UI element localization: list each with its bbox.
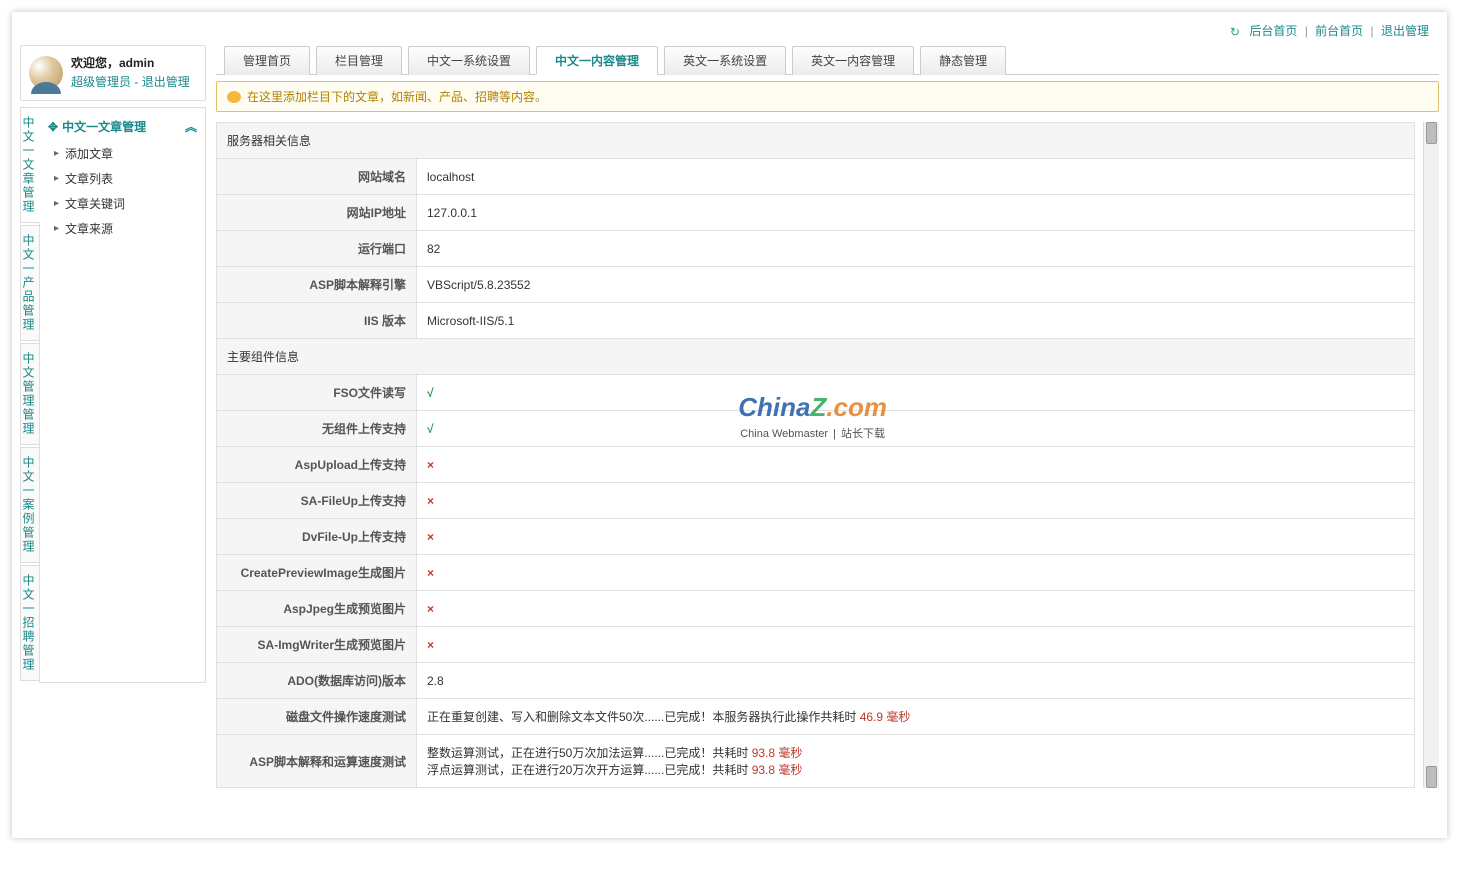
- row-label: 无组件上传支持: [217, 411, 417, 447]
- row-value: ×: [417, 591, 1415, 627]
- avatar: [29, 56, 63, 90]
- notice-text: 在这里添加栏目下的文章，如新闻、产品、招聘等内容。: [247, 88, 547, 105]
- row-value: 2.8: [417, 663, 1415, 699]
- welcome-sep: -: [131, 75, 142, 89]
- row-value: VBScript/5.8.23552: [417, 267, 1415, 303]
- vertical-tab[interactable]: 中文一招聘管理: [20, 565, 39, 681]
- separator: |: [1371, 24, 1374, 38]
- row-label: 磁盘文件操作速度测试: [217, 699, 417, 735]
- section-header: 服务器相关信息: [217, 123, 1415, 159]
- tab[interactable]: 中文一系统设置: [408, 46, 530, 75]
- link-logout[interactable]: 退出管理: [1381, 24, 1429, 38]
- tree-item[interactable]: 文章关键词: [52, 191, 199, 216]
- tree-item[interactable]: 添加文章: [52, 141, 199, 166]
- tree-item[interactable]: 文章来源: [52, 216, 199, 241]
- vertical-tab[interactable]: 中文一产品管理: [20, 225, 39, 341]
- row-value: 正在重复创建、写入和删除文本文件50次......已完成！本服务器执行此操作共耗…: [417, 699, 1415, 735]
- row-label: ASP脚本解释引擎: [217, 267, 417, 303]
- row-value: ×: [417, 627, 1415, 663]
- row-label: SA-FileUp上传支持: [217, 483, 417, 519]
- role-link[interactable]: 超级管理员: [71, 75, 131, 89]
- section-header: 主要组件信息: [217, 339, 1415, 375]
- comment-icon: [227, 91, 241, 103]
- tab[interactable]: 栏目管理: [316, 46, 402, 75]
- tabs-bar: 管理首页栏目管理中文一系统设置中文一内容管理英文一系统设置英文一内容管理静态管理: [216, 45, 1439, 75]
- row-label: CreatePreviewImage生成图片: [217, 555, 417, 591]
- row-value: Microsoft-IIS/5.1: [417, 303, 1415, 339]
- row-label: AspJpeg生成预览图片: [217, 591, 417, 627]
- chevron-up-icon: ︽: [185, 118, 197, 135]
- separator: |: [1305, 24, 1308, 38]
- tab[interactable]: 英文一系统设置: [664, 46, 786, 75]
- welcome-greeting: 欢迎您，admin: [71, 54, 190, 73]
- row-value: localhost: [417, 159, 1415, 195]
- content-frame: ChinaZ.com China Webmaster | 站长下载 服务器相关信…: [216, 122, 1439, 788]
- row-label: 网站域名: [217, 159, 417, 195]
- row-label: SA-ImgWriter生成预览图片: [217, 627, 417, 663]
- link-front-home[interactable]: 前台首页: [1315, 24, 1363, 38]
- notice-bar: 在这里添加栏目下的文章，如新闻、产品、招聘等内容。: [216, 81, 1439, 112]
- row-value: ×: [417, 519, 1415, 555]
- vertical-scrollbar[interactable]: [1423, 122, 1439, 788]
- row-value: √: [417, 375, 1415, 411]
- row-label: AspUpload上传支持: [217, 447, 417, 483]
- vertical-tab[interactable]: 中文管理管理: [20, 343, 39, 445]
- row-value: 整数运算测试，正在进行50万次加法运算......已完成！共耗时 93.8 毫秒…: [417, 735, 1415, 788]
- tree-item[interactable]: 文章列表: [52, 166, 199, 191]
- vertical-tab[interactable]: 中文一文章管理: [20, 107, 40, 223]
- link-back-home[interactable]: 后台首页: [1249, 24, 1297, 38]
- row-label: ASP脚本解释和运算速度测试: [217, 735, 417, 788]
- tree-panel: ✥ 中文一文章管理 ︽ 添加文章文章列表文章关键词文章来源: [40, 107, 206, 683]
- row-label: DvFile-Up上传支持: [217, 519, 417, 555]
- row-label: ADO(数据库访问)版本: [217, 663, 417, 699]
- row-value: 127.0.0.1: [417, 195, 1415, 231]
- scroll-thumb[interactable]: [1426, 766, 1437, 788]
- row-value: ×: [417, 447, 1415, 483]
- plus-icon: ✥: [48, 120, 58, 134]
- vertical-tab[interactable]: 中文一案例管理: [20, 447, 39, 563]
- tab[interactable]: 中文一内容管理: [536, 46, 658, 75]
- tree-header[interactable]: ✥ 中文一文章管理 ︽: [46, 116, 199, 141]
- tab[interactable]: 英文一内容管理: [792, 46, 914, 75]
- scroll-thumb[interactable]: [1426, 122, 1437, 144]
- welcome-card: 欢迎您，admin 超级管理员 - 退出管理: [20, 45, 206, 101]
- row-value: ×: [417, 555, 1415, 591]
- tree-header-label: 中文一文章管理: [62, 118, 146, 135]
- top-links-bar: ↻ 后台首页 | 前台首页 | 退出管理: [12, 12, 1447, 45]
- tab[interactable]: 管理首页: [224, 46, 310, 75]
- tab[interactable]: 静态管理: [920, 46, 1006, 75]
- row-label: IIS 版本: [217, 303, 417, 339]
- row-value: ×: [417, 483, 1415, 519]
- exit-link[interactable]: 退出管理: [142, 75, 190, 89]
- row-value: √: [417, 411, 1415, 447]
- refresh-icon: ↻: [1230, 25, 1240, 39]
- row-label: 网站IP地址: [217, 195, 417, 231]
- row-label: FSO文件读写: [217, 375, 417, 411]
- row-label: 运行端口: [217, 231, 417, 267]
- info-table: 服务器相关信息 网站域名localhost网站IP地址127.0.0.1运行端口…: [216, 122, 1415, 788]
- row-value: 82: [417, 231, 1415, 267]
